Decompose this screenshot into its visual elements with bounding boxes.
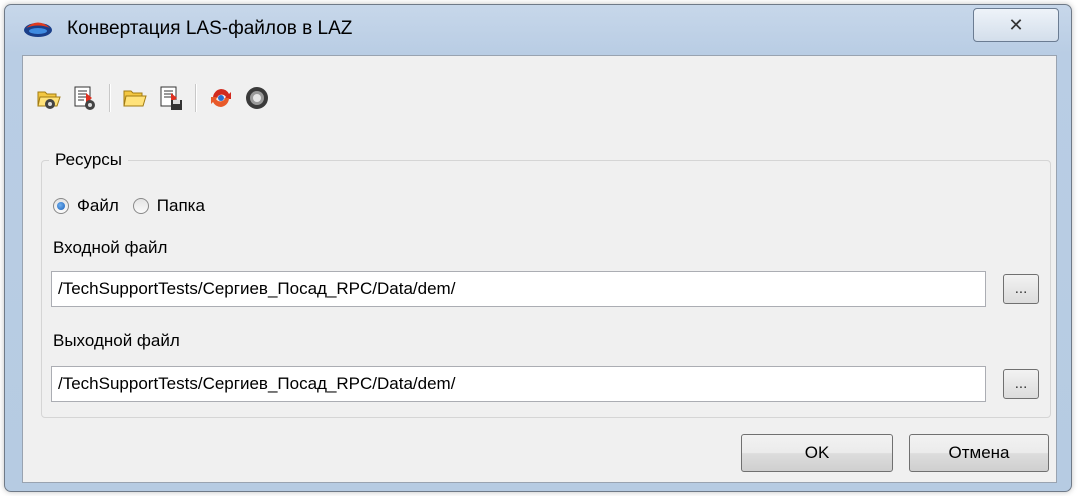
toolbar <box>31 78 275 118</box>
save-file-button[interactable] <box>153 80 189 116</box>
ok-button[interactable]: OK <box>741 434 893 472</box>
title-bar[interactable]: Конвертация LAS-файлов в LAZ ✕ <box>5 5 1071 55</box>
run-icon <box>246 87 268 109</box>
radio-file[interactable]: Файл <box>53 196 119 216</box>
radio-folder-indicator[interactable] <box>132 198 149 214</box>
refresh-button[interactable] <box>203 80 239 116</box>
close-icon: ✕ <box>1008 14 1024 35</box>
open-settings-button[interactable] <box>31 80 67 116</box>
app-logo-icon <box>23 19 53 41</box>
run-button[interactable] <box>239 80 275 116</box>
input-file-label: Входной файл <box>53 238 168 257</box>
resource-type-radio-group: Файл Папка <box>53 196 219 216</box>
cancel-button[interactable]: Отмена <box>909 434 1049 472</box>
open-folder-button[interactable] <box>117 80 153 116</box>
refresh-icon <box>211 89 231 107</box>
radio-file-indicator[interactable] <box>53 198 69 214</box>
save-settings-button[interactable] <box>67 80 103 116</box>
dialog-body: Ресурсы Файл Папка Входной файл /TechSup… <box>22 55 1057 483</box>
radio-file-label: Файл <box>77 196 119 215</box>
toolbar-separator <box>195 84 197 112</box>
output-file-browse-button[interactable]: ... <box>1003 369 1039 399</box>
toolbar-separator <box>109 84 111 112</box>
radio-folder-label: Папка <box>156 196 205 215</box>
resources-legend: Ресурсы <box>49 150 129 170</box>
close-button[interactable]: ✕ <box>973 8 1059 42</box>
save-file-icon <box>160 86 182 110</box>
output-file-label: Выходной файл <box>53 331 180 350</box>
open-settings-icon <box>37 91 61 109</box>
save-settings-icon <box>74 86 95 110</box>
window-title: Конвертация LAS-файлов в LAZ <box>67 18 353 39</box>
open-folder-icon <box>123 90 147 107</box>
input-file-browse-button[interactable]: ... <box>1003 274 1039 304</box>
input-file-field[interactable]: /TechSupportTests/Сергиев_Посад_RPC/Data… <box>51 271 986 307</box>
radio-folder[interactable]: Папка <box>132 196 205 216</box>
dialog-window: Конвертация LAS-файлов в LAZ ✕ Ресурсы Ф… <box>4 4 1072 492</box>
output-file-field[interactable]: /TechSupportTests/Сергиев_Посад_RPC/Data… <box>51 366 986 402</box>
